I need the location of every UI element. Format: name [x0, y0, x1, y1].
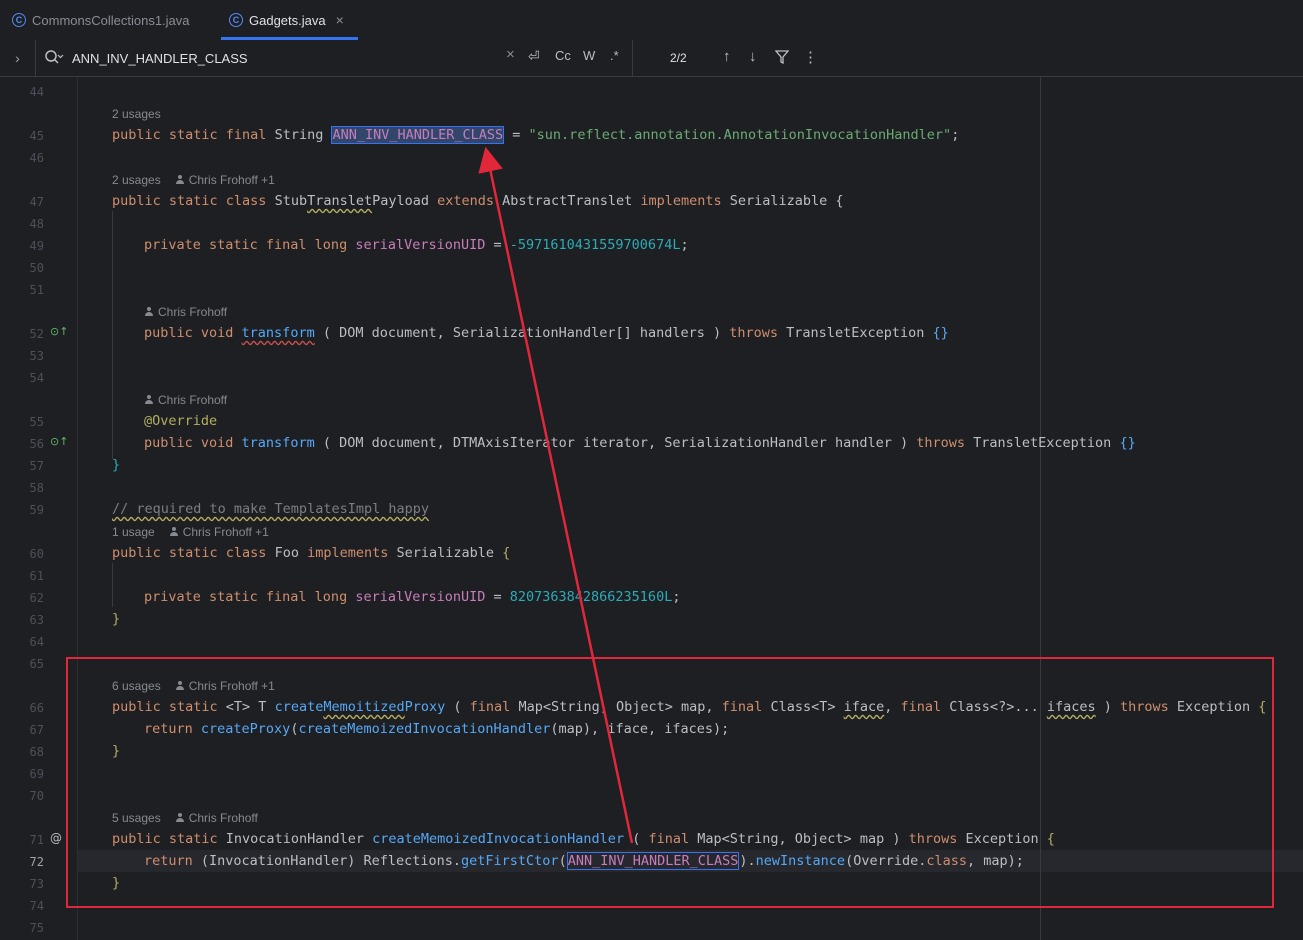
class-icon: C [12, 13, 26, 27]
match-count: 2/2 [670, 51, 687, 65]
more-options-icon[interactable]: ⋮ [803, 48, 818, 66]
class-icon: C [229, 13, 243, 27]
find-bar: › ANN_INV_HANDLER_CLASS × ⏎ Cc W .* 2/2 … [0, 40, 1303, 77]
match-case-button[interactable]: Cc [555, 48, 571, 63]
code-editor[interactable]: 44 45 46 47 48 49 50 51 52 53 54 55 56 5… [0, 77, 1303, 940]
words-button[interactable]: W [583, 48, 595, 63]
search-input[interactable]: ANN_INV_HANDLER_CLASS × ⏎ Cc W .* [36, 40, 633, 76]
clear-search-icon[interactable]: × [506, 46, 515, 63]
tab-commonscollections1[interactable]: C CommonsCollections1.java [12, 0, 190, 40]
next-occurrence-icon[interactable]: ↓ [749, 48, 757, 65]
filter-icon[interactable] [775, 50, 789, 64]
annotation-arrow [478, 146, 634, 844]
search-icon[interactable] [44, 49, 64, 67]
editor-tabs: C CommonsCollections1.java C Gadgets.jav… [0, 0, 1303, 41]
search-query: ANN_INV_HANDLER_CLASS [72, 51, 248, 66]
expand-replace-icon[interactable]: › [0, 40, 36, 76]
close-icon[interactable]: × [336, 12, 344, 28]
tab-gadgets[interactable]: C Gadgets.java × [229, 0, 344, 40]
tab-label: CommonsCollections1.java [32, 12, 190, 28]
previous-occurrence-icon[interactable]: ↑ [723, 48, 731, 65]
newline-icon[interactable]: ⏎ [528, 48, 540, 65]
tab-label: Gadgets.java [249, 12, 326, 28]
regex-button[interactable]: .* [610, 48, 619, 63]
